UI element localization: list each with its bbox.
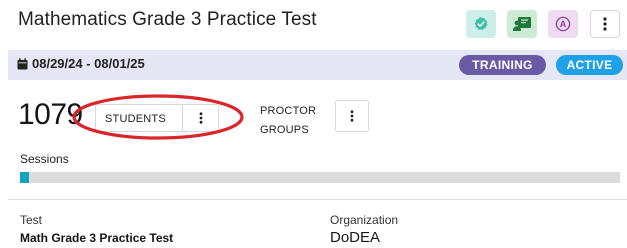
proctor-groups-label: PROCTOR GROUPS — [260, 102, 330, 140]
sessions-progress-fill — [20, 172, 29, 183]
test-label: Test — [20, 213, 43, 227]
page-header: Mathematics Grade 3 Practice Test A — [0, 0, 627, 46]
sessions-progress-bar — [20, 172, 620, 183]
more-vertical-icon — [350, 110, 354, 122]
person-board-icon — [513, 17, 531, 31]
check-badge-icon — [474, 17, 488, 31]
date-band: 08/29/24 - 08/01/25 TRAINING ACTIVE — [8, 50, 627, 80]
proctor-groups-more-button[interactable] — [335, 100, 369, 132]
sessions-label: Sessions — [20, 152, 69, 166]
active-badge: ACTIVE — [556, 55, 623, 75]
organization-value: DoDEA — [330, 229, 381, 246]
circle-a-glyph: A — [560, 19, 567, 29]
organization-label: Organization — [330, 213, 399, 227]
proctor-groups-label-line1: PROCTOR — [260, 105, 317, 117]
proctor-groups-label-line2: GROUPS — [260, 124, 309, 136]
training-badge: TRAINING — [459, 55, 546, 75]
red-annotation-ellipse — [72, 94, 244, 140]
test-value: Math Grade 3 Practice Test — [20, 231, 174, 245]
assign-proctor-button[interactable] — [507, 10, 537, 38]
calendar-icon — [17, 58, 28, 70]
page-title: Mathematics Grade 3 Practice Test — [18, 9, 317, 30]
date-range: 08/29/24 - 08/01/25 — [32, 56, 145, 71]
more-vertical-icon — [603, 17, 607, 31]
check-badge-button[interactable] — [466, 10, 496, 38]
header-more-button[interactable] — [590, 10, 620, 38]
accommodations-button[interactable]: A — [548, 10, 578, 38]
circle-a-icon: A — [555, 16, 571, 32]
section-divider — [8, 199, 627, 200]
